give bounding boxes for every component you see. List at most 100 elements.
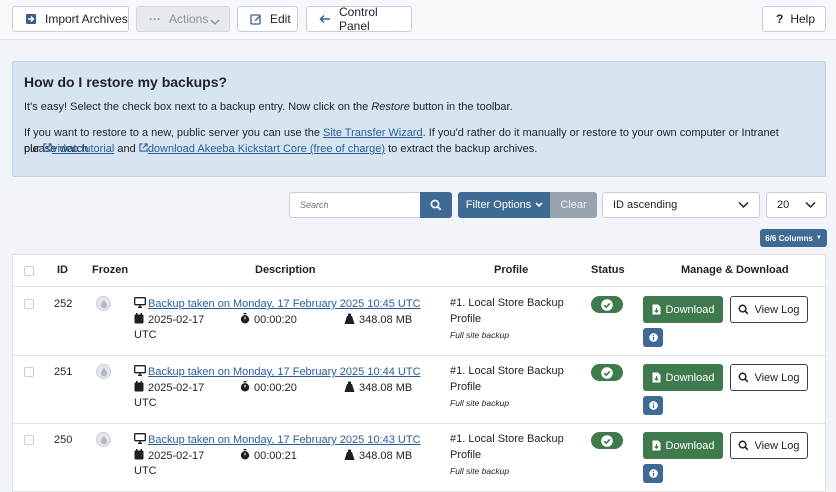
text: and [114, 143, 139, 155]
backup-type: Full site backup [450, 398, 510, 408]
stopwatch-icon [240, 313, 250, 324]
backup-description-link[interactable]: Backup taken on Monday, 17 February 2025… [148, 366, 421, 378]
view-log-button[interactable]: View Log [730, 296, 808, 323]
list-limit-select[interactable]: 20 [766, 192, 827, 218]
search-icon [739, 304, 749, 315]
view-log-button[interactable]: View Log [730, 364, 808, 391]
backup-description-link[interactable]: Backup taken on Monday, 17 February 2025… [148, 298, 421, 310]
text: If you want to restore to a new, public … [24, 127, 323, 139]
frozen-toggle[interactable] [96, 364, 111, 379]
row-checkbox[interactable] [24, 435, 34, 445]
view-log-label: View Log [754, 439, 800, 452]
actions-dropdown[interactable]: ··· Actions [136, 6, 230, 32]
backups-table: ID Frozen Description Profile Status Man… [12, 254, 826, 492]
snowflake-icon [100, 367, 107, 376]
site-transfer-wizard-link[interactable]: Site Transfer Wizard [323, 127, 423, 139]
sort-order-value: ID ascending [613, 199, 678, 211]
filter-options-button[interactable]: Filter Options [458, 192, 551, 218]
status-badge [591, 432, 623, 449]
stopwatch-icon [240, 381, 250, 392]
backup-date-text: 2025-02-17 [148, 314, 205, 326]
weight-icon [344, 381, 355, 392]
weight-icon [344, 449, 355, 460]
caret-down-icon: ▼ [815, 235, 822, 241]
profile-name-cont: Profile [450, 449, 482, 461]
table-row: 250 Backup taken on Monday, 17 February … [13, 423, 825, 491]
calendar-icon [134, 313, 144, 324]
chevron-down-icon [210, 15, 220, 29]
select-all-checkbox[interactable] [24, 266, 34, 276]
chevron-down-icon [738, 201, 749, 209]
profile-name-cont: Profile [450, 381, 482, 393]
chevron-down-icon [535, 202, 543, 208]
backup-description-link[interactable]: Backup taken on Monday, 17 February 2025… [148, 434, 421, 446]
profile-name: #1. Local Store Backup [450, 433, 564, 445]
download-label: Download [665, 303, 715, 316]
download-button[interactable]: Download [643, 364, 723, 391]
search-input[interactable] [289, 192, 421, 218]
row-checkbox[interactable] [24, 367, 34, 377]
frozen-toggle[interactable] [96, 296, 111, 311]
backup-id: 251 [54, 366, 73, 378]
info-icon [648, 401, 658, 410]
column-header-frozen[interactable]: Frozen [92, 264, 128, 276]
text: our [24, 143, 43, 155]
info-icon [648, 469, 658, 478]
search-icon [430, 199, 442, 211]
columns-label: 6/6 Columns [765, 233, 813, 243]
download-button[interactable]: Download [643, 432, 723, 459]
search-icon [739, 440, 749, 451]
clear-button[interactable]: Clear [550, 192, 597, 218]
backup-info-button[interactable] [643, 396, 663, 415]
backup-size-text: 348.08 MB [359, 382, 413, 394]
restore-emphasis: Restore [371, 101, 410, 113]
view-log-label: View Log [754, 303, 800, 316]
column-header-profile[interactable]: Profile [494, 264, 528, 276]
backup-id: 252 [54, 298, 73, 310]
backup-duration: 00:00:20 [240, 381, 297, 394]
backup-date-text: 2025-02-17 [148, 450, 205, 462]
import-icon [25, 13, 37, 25]
more-icon: ··· [149, 12, 161, 26]
file-download-icon [652, 372, 661, 383]
video-tutorial-link[interactable]: video tutorial [52, 143, 114, 155]
backup-description: Backup taken on Monday, 17 February 2025… [134, 365, 421, 378]
external-link-icon [43, 143, 52, 155]
profile-name-cont: Profile [450, 313, 482, 325]
snowflake-icon [100, 435, 107, 444]
row-checkbox[interactable] [24, 299, 34, 309]
control-panel-button[interactable]: Control Panel [306, 5, 412, 33]
backup-duration-text: 00:00:20 [254, 314, 297, 326]
backup-size: 348.08 MB [344, 449, 412, 462]
import-archives-button[interactable]: Import Archives [12, 6, 129, 32]
calendar-icon [134, 449, 144, 460]
download-button[interactable]: Download [643, 296, 723, 323]
sort-order-select[interactable]: ID ascending [602, 192, 760, 218]
question-icon: ? [776, 12, 784, 26]
column-header-status[interactable]: Status [591, 264, 625, 276]
search-button[interactable] [420, 192, 452, 218]
backup-info-button[interactable] [643, 328, 663, 347]
profile-name: #1. Local Store Backup [450, 297, 564, 309]
columns-toggle-button[interactable]: 6/6 Columns ▼ [760, 229, 827, 247]
help-button[interactable]: ? Help [762, 6, 826, 32]
frozen-toggle[interactable] [96, 432, 111, 447]
backup-size: 348.08 MB [344, 381, 412, 394]
list-limit-value: 20 [777, 199, 790, 211]
arrow-left-icon [319, 14, 331, 24]
backup-info-button[interactable] [643, 464, 663, 483]
search-icon [739, 372, 749, 383]
file-download-icon [652, 440, 661, 451]
text: It's easy! Select the check box next to … [24, 101, 372, 113]
import-archives-label: Import Archives [45, 12, 128, 26]
kickstart-download-link[interactable]: download Akeeba Kickstart Core (free of … [148, 143, 385, 155]
backup-description: Backup taken on Monday, 17 February 2025… [134, 433, 421, 446]
clear-label: Clear [560, 199, 587, 211]
column-header-description[interactable]: Description [255, 264, 316, 276]
column-header-id[interactable]: ID [57, 264, 68, 276]
control-panel-label: Control Panel [339, 5, 378, 33]
view-log-button[interactable]: View Log [730, 432, 808, 459]
profile-name: #1. Local Store Backup [450, 365, 564, 377]
edit-button[interactable]: Edit [237, 6, 298, 32]
backup-timezone: UTC [134, 465, 157, 477]
